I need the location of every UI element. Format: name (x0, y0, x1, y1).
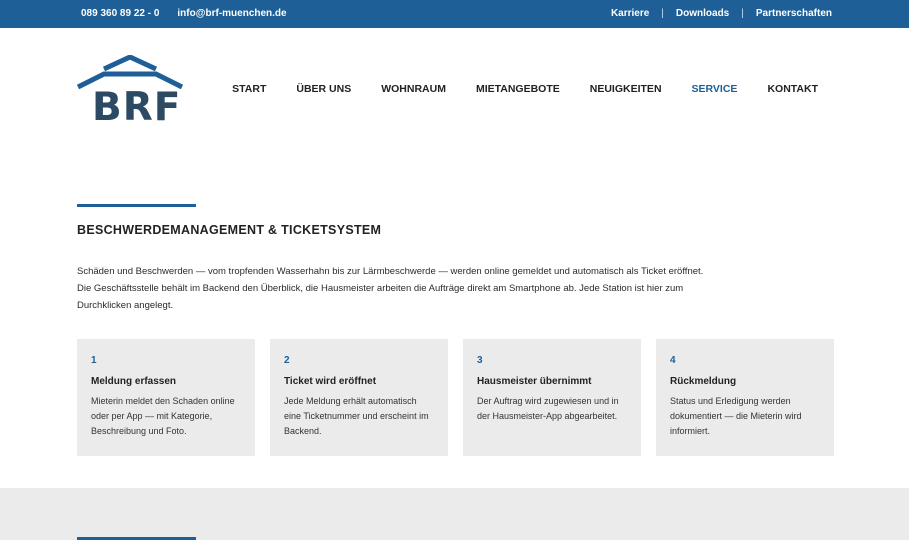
email-link[interactable]: info@brf-muenchen.de (177, 8, 286, 19)
karriere-link[interactable]: Karriere (611, 8, 649, 19)
step-number: 4 (670, 355, 676, 366)
nav-item-mietangebote[interactable]: MIETANGEBOTE (476, 83, 560, 95)
step-text: Status und Erledigung werden dokumentier… (670, 396, 802, 436)
brf-logo[interactable]: BRF (76, 55, 184, 130)
step-card-3[interactable]: 3 Hausmeister übernimmt Der Auftrag wird… (463, 339, 641, 456)
downloads-link[interactable]: Downloads (676, 8, 729, 19)
step-title: Meldung erfassen (91, 376, 177, 387)
step-text: Der Auftrag wird zugewiesen und in der H… (477, 396, 619, 421)
nav-item-kontakt[interactable]: KONTAKT (767, 83, 818, 95)
logo-text: BRF (92, 85, 182, 130)
top-links: Karriere | Downloads | Partnerschaften (611, 8, 832, 19)
nav-item-neuigkeiten[interactable]: NEUIGKEITEN (590, 83, 662, 95)
step-number: 1 (91, 355, 97, 366)
step-number: 3 (477, 355, 483, 366)
contact-info: 089 360 89 22 - 0 info@brf-muenchen.de (81, 8, 287, 19)
top-link-separator: | (741, 8, 744, 19)
section-accent-rule (77, 204, 196, 207)
step-title: Rückmeldung (670, 376, 737, 387)
step-title: Ticket wird eröffnet (284, 376, 377, 387)
process-steps: 1 Meldung erfassen Mieterin meldet den S… (77, 339, 834, 456)
step-title: Hausmeister übernimmt (477, 376, 592, 387)
nav-item-service[interactable]: SERVICE (692, 83, 738, 95)
section-intro: Schäden und Beschwerden — vom tropfenden… (77, 266, 704, 311)
phone-link[interactable]: 089 360 89 22 - 0 (81, 8, 159, 19)
top-bar: 089 360 89 22 - 0 info@brf-muenchen.de K… (0, 0, 909, 28)
step-text: Mieterin meldet den Schaden online oder … (91, 396, 235, 436)
next-section-band (0, 488, 909, 540)
step-card-1[interactable]: 1 Meldung erfassen Mieterin meldet den S… (77, 339, 255, 456)
partnerschaften-link[interactable]: Partnerschaften (756, 8, 832, 19)
step-card-4[interactable]: 4 Rückmeldung Status und Erledigung werd… (656, 339, 834, 456)
top-link-separator: | (661, 8, 664, 19)
nav-item-wohnraum[interactable]: WOHNRAUM (381, 83, 446, 95)
step-number: 2 (284, 355, 290, 366)
section-title: BESCHWERDEMANAGEMENT & TICKETSYSTEM (77, 223, 382, 237)
nav-item-ueber-uns[interactable]: ÜBER UNS (296, 83, 351, 95)
nav-item-start[interactable]: START (232, 83, 266, 95)
step-card-2[interactable]: 2 Ticket wird eröffnet Jede Meldung erhä… (270, 339, 448, 456)
step-text: Jede Meldung erhält automatisch eine Tic… (284, 396, 429, 436)
main-nav: START ÜBER UNS WOHNRAUM MIETANGEBOTE NEU… (232, 83, 818, 95)
